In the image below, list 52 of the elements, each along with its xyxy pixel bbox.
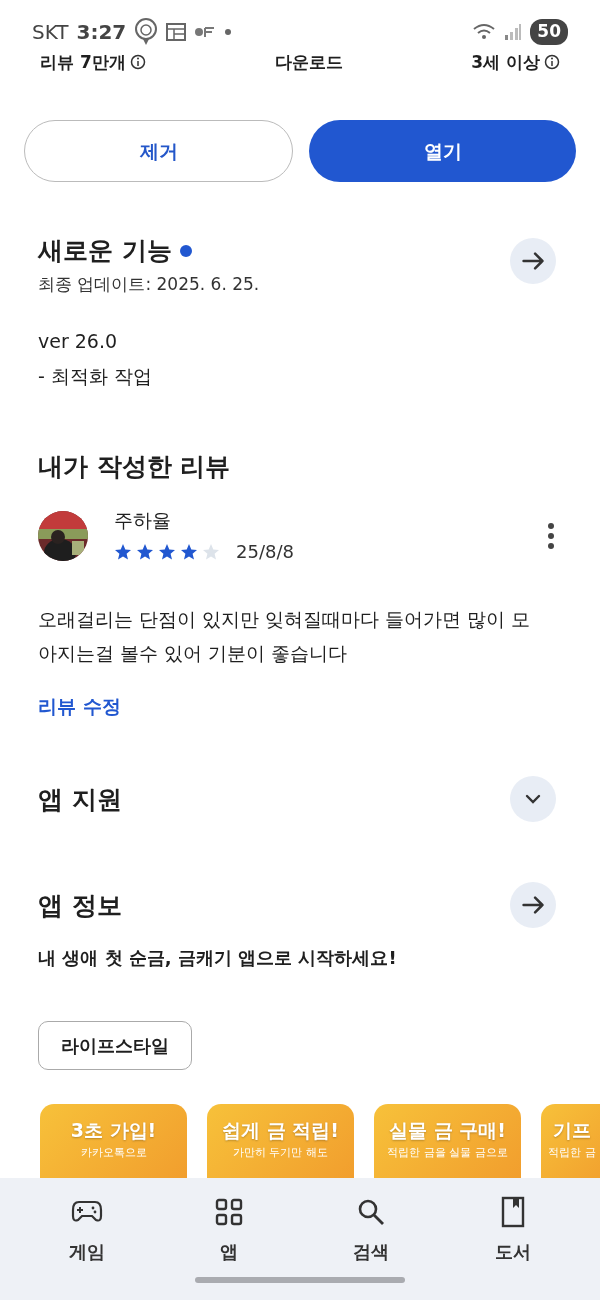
section-title: 내가 작성한 리뷰 bbox=[37, 451, 232, 484]
nav-tab[interactable]: 검색 bbox=[300, 1196, 442, 1265]
review-text: 오래걸리는 단점이 있지만 잊혀질때마다 들어가면 많이 모아지는걸 볼수 있어 기분이 좋습니다 bbox=[37, 607, 532, 666]
uninstall-button[interactable]: 제거 bbox=[24, 120, 293, 183]
clock-time: 3:27 bbox=[76, 19, 127, 46]
nav-tab[interactable]: 앱 bbox=[158, 1196, 300, 1265]
chevron-down-icon bbox=[525, 794, 541, 805]
carrier-name: SKT bbox=[32, 19, 69, 46]
empty-star-icon bbox=[202, 542, 220, 561]
section-title: 앱 지원 bbox=[38, 783, 122, 816]
arrow-right-icon bbox=[522, 896, 544, 915]
reviewer-name: 주하율 bbox=[114, 507, 172, 533]
face-pin-icon bbox=[134, 18, 159, 46]
notification-dot-icon bbox=[224, 28, 233, 36]
gesture-handle[interactable] bbox=[195, 1277, 405, 1283]
apps-grid-icon bbox=[213, 1196, 245, 1228]
stat-label: 3세 이상 bbox=[471, 52, 540, 73]
arrow-button[interactable] bbox=[510, 882, 556, 929]
release-notes: - 최적화 작업 bbox=[37, 363, 153, 389]
more-options-icon[interactable] bbox=[546, 521, 556, 550]
filled-star-icon bbox=[180, 542, 198, 561]
stat-label: 다운로드 bbox=[274, 52, 343, 73]
category-chip[interactable]: 라이프스타일 bbox=[38, 1021, 192, 1071]
screenshot-headline: 기프 bbox=[552, 1118, 592, 1144]
screenshot-caption: 적립한 금을 실물 금으로 bbox=[386, 1144, 509, 1161]
screenshot-caption: 적립한 금 bbox=[547, 1144, 597, 1161]
section-title: 새로운 기능 bbox=[38, 235, 172, 268]
screenshot-headline: 3초 가입! bbox=[69, 1118, 158, 1144]
nav-tab[interactable]: 도서 bbox=[442, 1196, 584, 1265]
screenshot-headline: 실물 금 구매! bbox=[388, 1118, 507, 1144]
update-date: 최종 업데이트: 2025. 6. 25. bbox=[38, 272, 261, 296]
edit-review-link[interactable]: 리뷰 수정 bbox=[38, 691, 121, 721]
calendar-icon bbox=[166, 23, 187, 41]
open-button[interactable]: 열기 bbox=[309, 120, 576, 183]
wifi-icon bbox=[472, 22, 497, 42]
filled-star-icon bbox=[136, 542, 154, 561]
screenshot-caption: 카카오톡으로 bbox=[79, 1144, 148, 1161]
arrow-right-icon bbox=[522, 252, 544, 271]
filled-star-icon bbox=[158, 542, 176, 561]
section-title: 앱 정보 bbox=[38, 889, 122, 922]
review-date: 25/8/8 bbox=[236, 540, 294, 565]
stat-label: 리뷰 7만개 bbox=[40, 52, 126, 73]
screenshot-headline: 쉽게 금 적립! bbox=[221, 1118, 340, 1144]
version-text: ver 26.0 bbox=[37, 329, 119, 355]
battery-indicator: 50 bbox=[530, 19, 568, 45]
signal-icon bbox=[504, 23, 523, 41]
arrow-button[interactable] bbox=[510, 238, 556, 285]
app-description: 내 생애 첫 순금, 금캐기 앱으로 시작하세요! bbox=[37, 946, 398, 971]
filled-star-icon bbox=[114, 542, 132, 561]
nav-tab[interactable]: 게임 bbox=[16, 1196, 158, 1265]
app-logo-icon bbox=[194, 25, 217, 39]
screenshot-caption: 가만히 두기만 해도 bbox=[232, 1144, 329, 1161]
